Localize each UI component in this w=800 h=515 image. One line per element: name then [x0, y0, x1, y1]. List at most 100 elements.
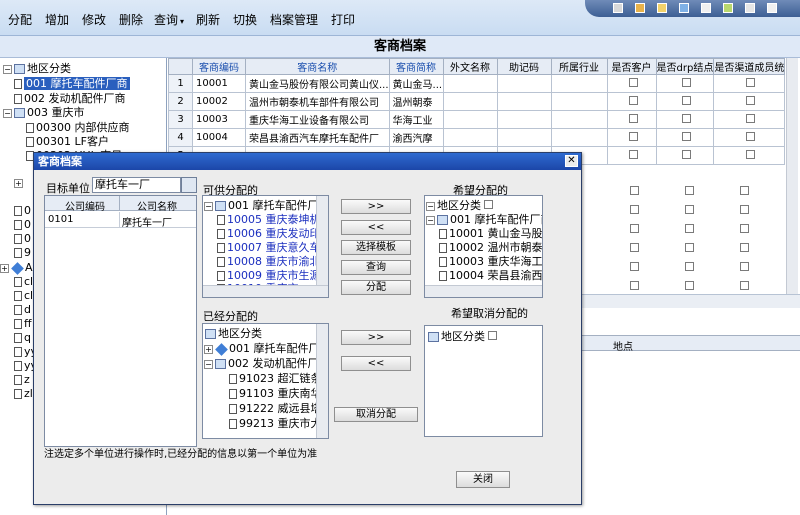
tree-item-002[interactable]: 002 发动机配件厂商 [14, 92, 126, 105]
cell-empty[interactable] [496, 110, 552, 129]
expand-icon[interactable]: + [204, 344, 213, 354]
table-row[interactable]: 1 10001 黄山金马股份有限公司黄山仪... 黄山金马... [168, 74, 786, 93]
target-unit-input[interactable]: 摩托车一厂 [92, 177, 181, 193]
checkbox[interactable] [740, 186, 749, 195]
cell-checkbox[interactable] [713, 92, 786, 111]
close-button[interactable]: 关闭 [456, 471, 510, 488]
column-header[interactable]: 客商简称 [388, 58, 444, 75]
cell-empty[interactable] [496, 128, 552, 147]
tree-item-partial[interactable]: + A [0, 261, 33, 275]
window-icon[interactable] [679, 3, 689, 13]
checkbox[interactable] [488, 331, 497, 340]
tree-item-002[interactable]: − 002 发动机配件厂商 [204, 357, 328, 370]
column-header[interactable]: 客商名称 [245, 58, 390, 75]
move-left-assigned-button[interactable]: << [341, 356, 411, 371]
cell-checkbox[interactable] [606, 110, 657, 129]
available-vertical-scrollbar[interactable] [316, 196, 328, 285]
cell-name[interactable]: 温州市朝泰机车部件有限公司 [245, 92, 390, 111]
cell-checkbox[interactable] [713, 146, 786, 165]
folder-icon[interactable] [657, 3, 667, 13]
checkbox[interactable] [740, 281, 749, 290]
checkbox[interactable] [685, 281, 694, 290]
cell-empty[interactable] [496, 92, 552, 111]
checkbox[interactable] [746, 77, 756, 87]
checkbox[interactable] [685, 243, 694, 252]
available-horizontal-scrollbar[interactable] [203, 285, 328, 297]
toolbar-delete-button[interactable]: 删除 [119, 11, 143, 28]
column-header[interactable]: 公司名称 [137, 198, 177, 213]
tree-item-partial[interactable]: ff [14, 317, 32, 330]
checkbox[interactable] [628, 149, 638, 159]
tree-item-10006[interactable]: 10006 重庆发动印 [217, 227, 321, 240]
checkbox[interactable] [746, 131, 756, 141]
checkbox[interactable] [685, 262, 694, 271]
cell-checkbox[interactable] [655, 146, 715, 165]
tree-root[interactable]: − 地区分类 [3, 62, 71, 75]
cell-checkbox[interactable] [655, 128, 715, 147]
tree-item-91222[interactable]: 91222 威远县塔山 [229, 402, 328, 415]
expand-icon[interactable]: + [14, 178, 23, 188]
tree-item-partial[interactable]: 0 [14, 204, 31, 217]
collapse-icon[interactable]: − [3, 64, 12, 74]
tree-item-partial[interactable]: + [14, 176, 25, 189]
column-header[interactable]: 助记码 [496, 58, 552, 75]
checkbox[interactable] [746, 95, 756, 105]
tree-item-10005[interactable]: 10005 重庆泰坤机 [217, 213, 321, 226]
checkbox[interactable] [630, 224, 639, 233]
cell-checkbox[interactable] [606, 146, 657, 165]
tree-item-partial[interactable]: 0 [14, 232, 31, 245]
checkbox[interactable] [630, 281, 639, 290]
document-icon[interactable] [701, 3, 711, 13]
tree-root[interactable]: − 地区分类 [426, 199, 493, 212]
cell-empty[interactable] [550, 110, 608, 129]
cell-empty[interactable] [442, 74, 498, 93]
table-row[interactable]: 0101 摩托车一厂 [45, 212, 196, 229]
tree-item-10007[interactable]: 10007 重庆意久车 [217, 241, 321, 254]
cell-code[interactable]: 10004 [192, 128, 246, 147]
toolbar-query-button[interactable]: 查询 ▾ [154, 11, 184, 28]
column-header[interactable]: 是否渠道成员统 [713, 58, 786, 75]
collapse-icon[interactable]: − [426, 201, 435, 211]
close-icon[interactable]: ✕ [565, 155, 578, 167]
cell-checkbox[interactable] [713, 110, 786, 129]
checkbox[interactable] [681, 77, 691, 87]
user-icon[interactable] [613, 3, 623, 13]
cell-empty[interactable] [442, 110, 498, 129]
refresh-icon[interactable] [723, 3, 733, 13]
checkbox[interactable] [628, 77, 638, 87]
toolbar-edit-button[interactable]: 修改 [82, 11, 106, 28]
cell-empty[interactable] [550, 92, 608, 111]
assign-button[interactable]: 分配 [341, 280, 411, 295]
toolbar-archive-button[interactable]: 档案管理 [270, 11, 318, 28]
cell-empty[interactable] [496, 74, 552, 93]
checkbox[interactable] [628, 113, 638, 123]
cell-code[interactable]: 10001 [192, 74, 246, 93]
cell-short[interactable]: 黄山金马... [388, 74, 444, 93]
column-header[interactable]: 是否客户 [606, 58, 657, 75]
cell-empty[interactable] [442, 92, 498, 111]
cell-name[interactable]: 荣昌县渝西汽车摩托车配件厂 [245, 128, 390, 147]
checkbox[interactable] [681, 149, 691, 159]
cell-empty[interactable] [442, 128, 498, 147]
toolbar-print-button[interactable]: 打印 [331, 11, 355, 28]
checkbox[interactable] [740, 224, 749, 233]
cell-empty[interactable] [550, 74, 608, 93]
checkbox[interactable] [630, 243, 639, 252]
cancel-assign-button[interactable]: 取消分配 [334, 407, 418, 422]
tree-root[interactable]: 地区分类 [428, 330, 497, 343]
checkbox[interactable] [484, 200, 493, 209]
home-icon[interactable] [635, 3, 645, 13]
cell-checkbox[interactable] [713, 74, 786, 93]
tree-item-10001[interactable]: 10001 黄山金马股 [439, 227, 542, 240]
cell-checkbox[interactable] [606, 74, 657, 93]
assigned-vertical-scrollbar[interactable] [316, 324, 328, 438]
select-template-button[interactable]: 选择模板 [341, 240, 411, 255]
collapse-icon[interactable]: − [204, 359, 213, 369]
tree-item-10009[interactable]: 10009 重庆市生源 [217, 269, 321, 282]
tree-item-partial[interactable]: cl [14, 289, 33, 302]
dialog-title-bar[interactable]: 客商档案 [34, 153, 581, 170]
tree-item-partial[interactable]: zl [14, 387, 33, 400]
cell-short[interactable]: 温州朝泰 [388, 92, 444, 111]
tree-item-91023[interactable]: 91023 超汇链条 C [229, 372, 328, 385]
toolbar-switch-button[interactable]: 切换 [233, 11, 257, 28]
